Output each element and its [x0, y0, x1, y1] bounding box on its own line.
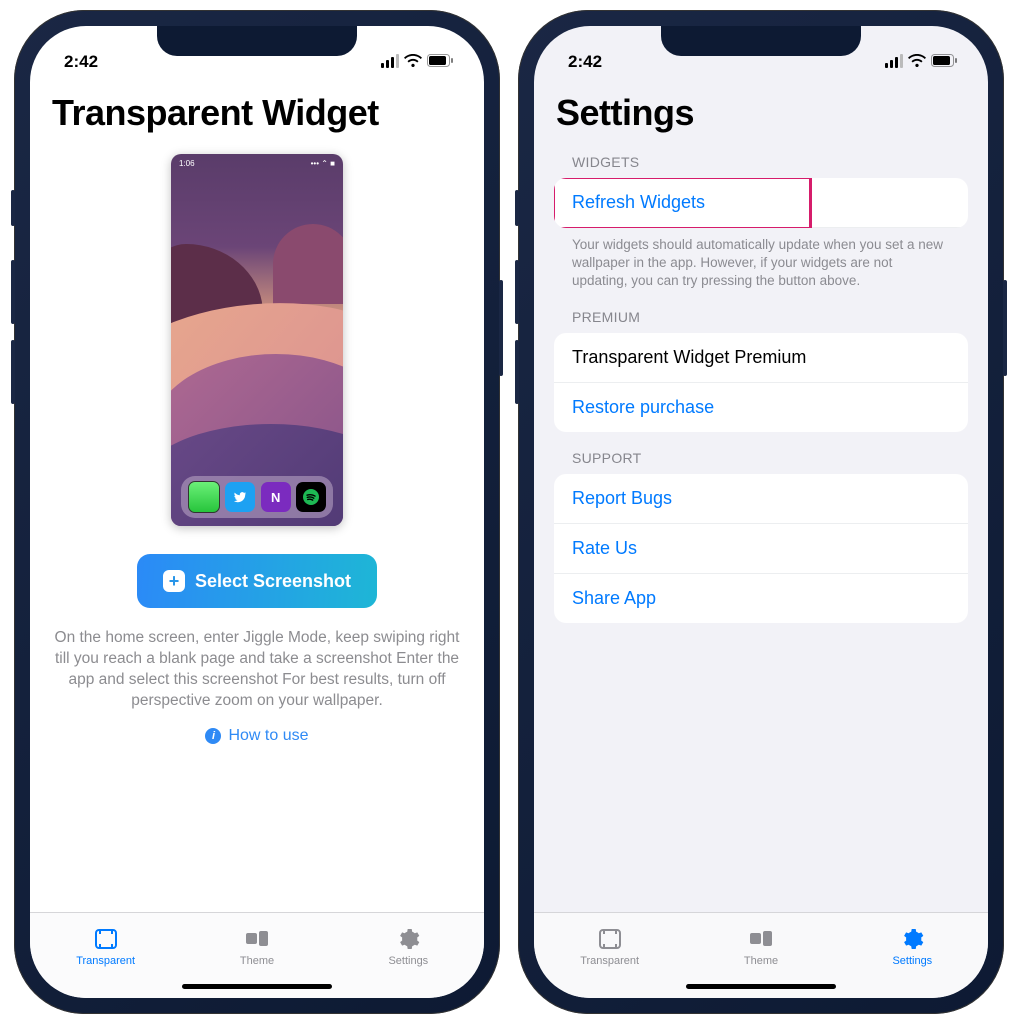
tab-transparent[interactable]: Transparent — [30, 913, 181, 980]
premium-product-row[interactable]: Transparent Widget Premium — [554, 333, 968, 383]
home-indicator[interactable] — [686, 984, 836, 989]
restore-purchase-label: Restore purchase — [572, 397, 714, 417]
refresh-widgets-label: Refresh Widgets — [572, 192, 705, 212]
phone-mockup-right: 2:42 Settings WIDGETS Refresh Widgets Yo… — [518, 10, 1004, 1014]
rate-us-label: Rate Us — [572, 538, 637, 558]
notch — [661, 26, 861, 56]
report-bugs-label: Report Bugs — [572, 488, 672, 508]
status-time: 2:42 — [64, 52, 98, 72]
section-header-widgets: WIDGETS — [572, 154, 968, 170]
list-group-widgets: Refresh Widgets — [554, 178, 968, 228]
how-to-use-label: How to use — [228, 727, 308, 745]
refresh-widgets-row[interactable]: Refresh Widgets — [554, 178, 968, 228]
transparent-icon — [92, 927, 120, 951]
page-title: Transparent Widget — [52, 92, 464, 134]
wifi-icon — [404, 52, 422, 72]
tab-label: Transparent — [580, 955, 639, 967]
settings-icon — [394, 927, 422, 951]
restore-purchase-row[interactable]: Restore purchase — [554, 383, 968, 432]
tab-label: Transparent — [76, 955, 135, 967]
info-icon: i — [205, 728, 221, 744]
tab-theme[interactable]: Theme — [181, 913, 332, 980]
screen-settings: 2:42 Settings WIDGETS Refresh Widgets Yo… — [534, 26, 988, 998]
preview-time: 1:06 — [179, 159, 195, 168]
list-group-premium: Transparent Widget Premium Restore purch… — [554, 333, 968, 432]
share-app-row[interactable]: Share App — [554, 574, 968, 623]
wifi-icon — [908, 52, 926, 72]
tab-theme[interactable]: Theme — [685, 913, 836, 980]
preview-status-icons: ••• ⌃ ■ — [311, 159, 335, 168]
tab-label: Theme — [744, 955, 778, 967]
battery-icon — [931, 52, 958, 72]
instructions-text: On the home screen, enter Jiggle Mode, k… — [50, 628, 464, 712]
list-group-support: Report Bugs Rate Us Share App — [554, 474, 968, 623]
tab-label: Settings — [388, 955, 428, 967]
signal-icon — [381, 56, 399, 68]
preview-app-spotify — [296, 482, 326, 512]
preview-app-phone — [188, 481, 220, 513]
plus-icon: + — [163, 570, 185, 592]
preview-dock: N — [181, 476, 333, 518]
widgets-footer-text: Your widgets should automatically update… — [554, 228, 968, 291]
share-app-label: Share App — [572, 588, 656, 608]
screen-transparent-widget: 2:42 Transparent Widget 1:06 ••• ⌃ ■ N — [30, 26, 484, 998]
notch — [157, 26, 357, 56]
theme-icon — [243, 927, 271, 951]
tab-settings[interactable]: Settings — [333, 913, 484, 980]
battery-icon — [427, 52, 454, 72]
settings-icon — [898, 927, 926, 951]
signal-icon — [885, 56, 903, 68]
tab-settings[interactable]: Settings — [837, 913, 988, 980]
transparent-icon — [596, 927, 624, 951]
section-header-support: SUPPORT — [572, 450, 968, 466]
home-indicator[interactable] — [182, 984, 332, 989]
tab-label: Theme — [240, 955, 274, 967]
page-title: Settings — [556, 92, 968, 134]
tab-label: Settings — [892, 955, 932, 967]
phone-mockup-left: 2:42 Transparent Widget 1:06 ••• ⌃ ■ N — [14, 10, 500, 1014]
select-screenshot-label: Select Screenshot — [195, 571, 351, 592]
theme-icon — [747, 927, 775, 951]
select-screenshot-button[interactable]: + Select Screenshot — [137, 554, 377, 608]
how-to-use-link[interactable]: i How to use — [205, 727, 308, 745]
rate-us-row[interactable]: Rate Us — [554, 524, 968, 574]
premium-product-label: Transparent Widget Premium — [572, 347, 806, 367]
wallpaper-preview: 1:06 ••• ⌃ ■ N — [171, 154, 343, 526]
preview-app-twitter — [225, 482, 255, 512]
status-time: 2:42 — [568, 52, 602, 72]
report-bugs-row[interactable]: Report Bugs — [554, 474, 968, 524]
tab-transparent[interactable]: Transparent — [534, 913, 685, 980]
preview-app-onenote: N — [261, 482, 291, 512]
section-header-premium: PREMIUM — [572, 309, 968, 325]
